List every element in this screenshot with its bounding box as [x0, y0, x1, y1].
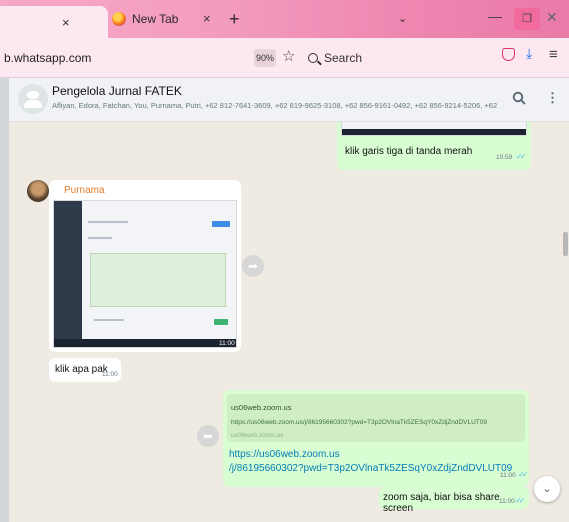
download-icon[interactable]: ⤓ [526, 45, 532, 62]
message-outgoing[interactable]: klik garis tiga di tanda merah 10:59 ✓✓ [337, 122, 531, 170]
message-incoming-image[interactable]: 11:00 [49, 180, 241, 352]
tab-new-tab[interactable]: New Tab [112, 12, 178, 26]
message-time: 11:00 [219, 340, 235, 347]
search-icon [308, 52, 318, 63]
preview-domain: us06web.zoom.us [231, 403, 292, 412]
tab-active[interactable]: × [0, 6, 108, 38]
chat-header[interactable]: Pengelola Jurnal FATEK Afliyan, Edora, F… [9, 78, 569, 122]
message-text: klik garis tiga di tanda merah [345, 146, 473, 157]
search-box[interactable]: Search [300, 45, 490, 70]
sender-name[interactable]: Purnama [64, 185, 105, 196]
kebab-menu-icon[interactable]: ⋮ [546, 90, 559, 106]
message-time: 11:00 [500, 472, 516, 479]
firefox-icon [112, 12, 126, 26]
pocket-icon[interactable] [502, 48, 515, 61]
read-ticks-icon: ✓✓ [518, 470, 529, 479]
chat-messages[interactable]: klik garis tiga di tanda merah 10:59 ✓✓ … [9, 122, 569, 522]
message-text: klik apa pak [55, 364, 108, 375]
scrollbar-thumb[interactable] [563, 232, 568, 256]
message-time: 11:00 [499, 498, 515, 505]
message-link[interactable]: https://us06web.zoom.us [229, 448, 340, 462]
new-tab-button[interactable]: + [229, 9, 240, 30]
read-ticks-icon: ✓✓ [516, 152, 527, 161]
message-time: 10:59 [496, 154, 513, 161]
message-link[interactable]: /j/86195660302?pwd=T3p2OVlnaTk5ZESqY0xZd… [229, 462, 512, 476]
tab-title: New Tab [132, 12, 179, 26]
search-placeholder: Search [324, 50, 363, 65]
sidebar-edge [0, 78, 9, 522]
scroll-down-button[interactable]: ⌄ [534, 476, 560, 502]
minimize-button[interactable]: — [480, 8, 510, 30]
tab-close-icon[interactable]: × [62, 15, 70, 30]
message-outgoing[interactable]: zoom saja, biar bisa share screen 11:00 … [379, 487, 529, 514]
preview-url: https://us06web.zoom.us/j/86195660302?pw… [231, 419, 487, 426]
read-ticks-icon: ✓✓ [515, 496, 526, 505]
bookmark-star-icon[interactable]: ☆ [282, 47, 295, 65]
navigation-bar: b.whatsapp.com 90% ☆ Search ⤓ ≡ [0, 38, 569, 78]
preview-site: us06web.zoom.us [231, 432, 284, 439]
image-thumbnail[interactable] [53, 200, 237, 348]
message-outgoing-link[interactable]: us06web.zoom.us https://us06web.zoom.us/… [223, 390, 529, 487]
sender-avatar[interactable] [27, 180, 49, 202]
close-window-button[interactable]: ✕ [546, 9, 558, 26]
browser-tab-strip: × New Tab × + ⌄ — ❐ ✕ [0, 0, 569, 38]
group-members: Afliyan, Edora, Fatchan, You, Purnama, P… [52, 101, 497, 110]
search-icon[interactable] [512, 91, 526, 105]
group-name: Pengelola Jurnal FATEK [52, 84, 182, 98]
zoom-level[interactable]: 90% [254, 49, 276, 67]
image-thumbnail[interactable] [341, 122, 527, 136]
message-time: 11:00 [102, 371, 118, 378]
message-incoming[interactable]: klik apa pak 11:00 [49, 358, 121, 382]
group-avatar-icon[interactable] [18, 84, 48, 114]
url-bar[interactable]: b.whatsapp.com [4, 51, 91, 65]
forward-icon[interactable]: ➦ [242, 255, 264, 277]
app-menu-icon[interactable]: ≡ [549, 46, 558, 63]
maximize-button[interactable]: ❐ [514, 8, 540, 30]
forward-icon[interactable]: ➦ [197, 425, 219, 447]
link-preview[interactable]: us06web.zoom.us https://us06web.zoom.us/… [227, 394, 525, 442]
tab-close-icon[interactable]: × [203, 11, 211, 26]
list-tabs-icon[interactable]: ⌄ [398, 12, 407, 25]
